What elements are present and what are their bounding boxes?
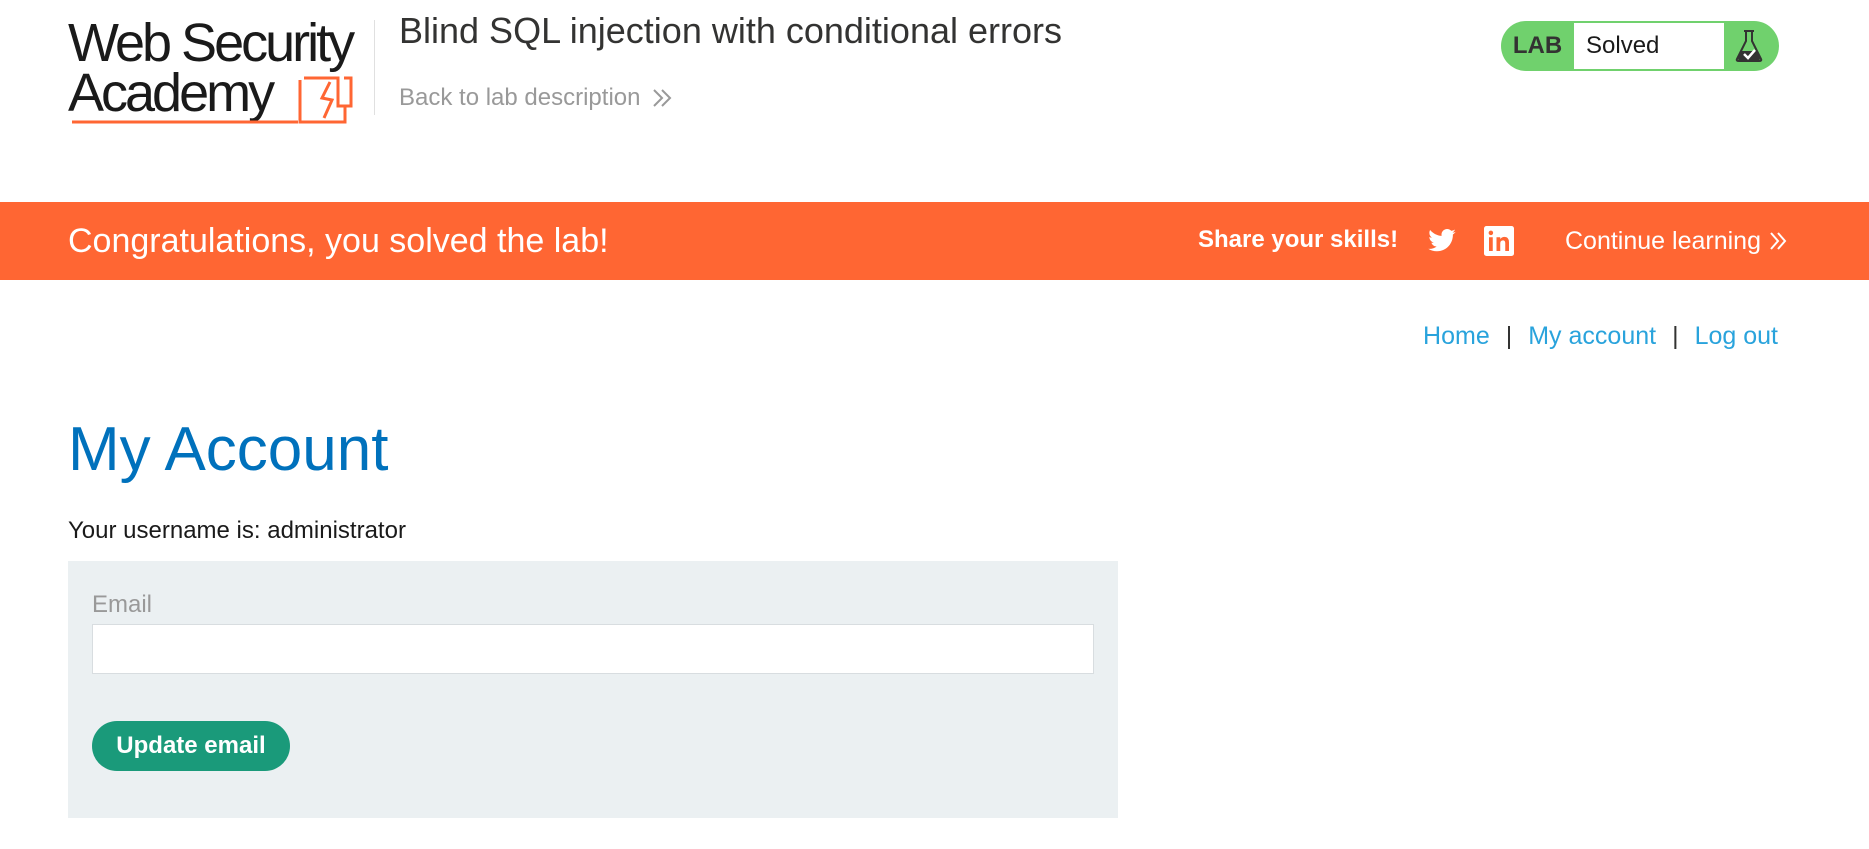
back-link-label: Back to lab description	[399, 84, 641, 111]
top-navigation: Home | My account | Log out	[1423, 322, 1778, 351]
continue-learning-link[interactable]: Continue learning	[1565, 202, 1789, 280]
share-skills-label: Share your skills!	[1198, 226, 1399, 253]
username-value: administrator	[267, 517, 406, 544]
back-to-lab-description-link[interactable]: Back to lab description	[399, 84, 674, 112]
nav-home-link[interactable]: Home	[1423, 322, 1490, 351]
nav-my-account-link[interactable]: My account	[1528, 322, 1656, 351]
email-input[interactable]	[92, 624, 1094, 674]
email-label: Email	[92, 591, 153, 618]
change-email-form: Email Update email	[68, 561, 1118, 818]
congratulations-message: Congratulations, you solved the lab!	[68, 222, 609, 260]
username-line: Your username is: administrator	[68, 517, 406, 545]
update-email-button[interactable]: Update email	[92, 721, 290, 771]
flask-check-icon	[1735, 30, 1763, 62]
lab-title: Blind SQL injection with conditional err…	[399, 10, 1062, 51]
nav-separator: |	[1505, 322, 1513, 350]
lab-status-widget: LAB Solved	[1501, 21, 1779, 71]
lab-status-value: Solved	[1574, 23, 1724, 69]
logo-bolt-icon	[72, 76, 353, 124]
nav-log-out-link[interactable]: Log out	[1695, 322, 1778, 351]
continue-learning-label: Continue learning	[1565, 227, 1761, 255]
username-prefix: Your username is:	[68, 517, 268, 544]
nav-separator: |	[1672, 322, 1679, 350]
linkedin-icon	[1484, 226, 1514, 256]
double-chevron-right-icon	[1770, 232, 1787, 250]
web-security-academy-logo[interactable]: Web Security Academy	[68, 16, 373, 130]
twitter-icon	[1428, 229, 1456, 252]
page-title: My Account	[68, 415, 389, 484]
header-divider	[374, 20, 375, 115]
double-chevron-right-icon	[653, 89, 672, 107]
lab-header: Web Security Academy Blind SQL injection…	[0, 0, 1869, 202]
lab-status-label: LAB	[1512, 32, 1563, 59]
lab-solved-banner: Congratulations, you solved the lab! Sha…	[0, 202, 1869, 280]
